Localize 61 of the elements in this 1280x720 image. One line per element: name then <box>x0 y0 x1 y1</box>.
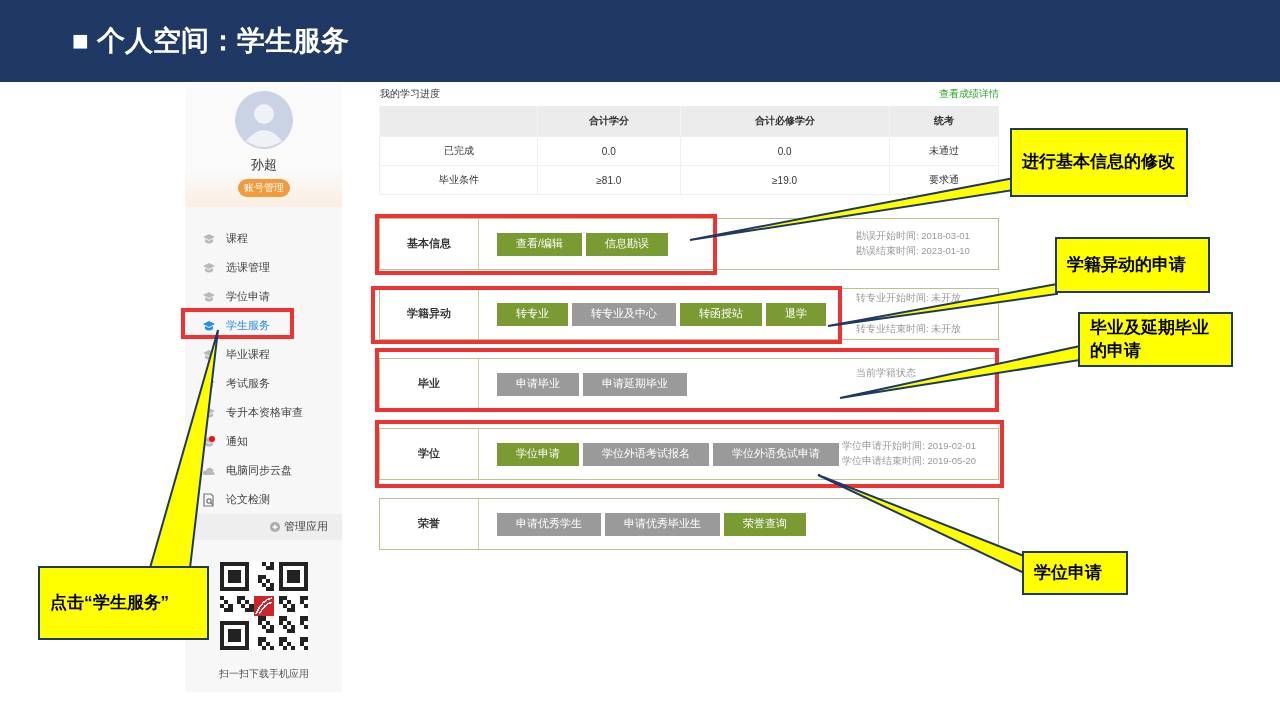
avatar <box>234 91 293 149</box>
service-button[interactable]: 学位申请 <box>497 442 579 466</box>
service-button[interactable]: 查看/编辑 <box>497 232 582 256</box>
column-header: 合计学分 <box>537 106 681 137</box>
sidebar-item[interactable]: 课程 <box>185 224 342 253</box>
section-label: 毕业 <box>418 377 440 391</box>
service-button[interactable]: 学位外语考试报名 <box>583 442 709 466</box>
service-button[interactable]: 转专业及中心 <box>572 302 676 326</box>
service-button[interactable]: 退学 <box>766 302 826 326</box>
section-label: 学籍异动 <box>407 307 451 321</box>
user-name: 孙超 <box>250 156 277 174</box>
callout-box: 进行基本信息的修改 <box>1010 128 1188 197</box>
section-label: 学位 <box>418 447 440 461</box>
table-cell: 未通过 <box>889 136 999 166</box>
row-label: 毕业条件 <box>379 165 538 195</box>
cap-icon <box>202 232 216 245</box>
service-button[interactable]: 信息勘误 <box>585 232 668 256</box>
qr-caption: 扫一扫下载手机应用 <box>218 668 309 681</box>
document-search-icon <box>202 492 216 507</box>
row-label: 已完成 <box>379 136 538 166</box>
cap-icon <box>202 319 216 332</box>
sidebar-item[interactable]: 学生服务 <box>185 311 342 340</box>
period-text: 当前学籍状态 <box>856 367 917 380</box>
table-cell: ≥81.0 <box>537 165 681 195</box>
manage-apps-button[interactable]: 管理应用 <box>264 519 342 535</box>
service-button[interactable]: 转专业 <box>497 302 568 326</box>
service-button[interactable]: 申请延期毕业 <box>583 372 687 396</box>
sidebar-item[interactable]: 毕业课程 <box>185 340 342 369</box>
table-cell: 0.0 <box>537 136 681 166</box>
sidebar-item[interactable]: 学位申请 <box>185 282 342 311</box>
service-button[interactable]: 荣誉查询 <box>724 512 806 536</box>
service-button[interactable]: 申请毕业 <box>497 372 579 396</box>
table-cell: 0.0 <box>680 136 890 166</box>
section-label: 基本信息 <box>407 237 451 251</box>
plus-icon <box>270 522 280 532</box>
column-header: 合计必修学分 <box>680 106 890 137</box>
service-button[interactable]: 转函授站 <box>680 302 762 326</box>
sidebar-item[interactable]: 选课管理 <box>185 253 342 282</box>
cap-icon <box>202 290 216 303</box>
section-label: 荣誉 <box>418 517 440 531</box>
period-text: 转专业开始时间: 未开放 <box>856 292 963 305</box>
callout-box: 点击“学生服务” <box>38 566 209 640</box>
column-header: 统考 <box>889 106 999 137</box>
cap-icon <box>202 261 216 274</box>
progress-title: 我的学习进度 <box>380 87 440 101</box>
callout-box: 学位申请 <box>1022 551 1128 595</box>
callout-box: 学籍异动的申请 <box>1055 237 1210 293</box>
callout-box: 毕业及延期毕业的申请 <box>1078 312 1233 367</box>
sidebar-item[interactable]: 专升本资格审查 <box>185 398 342 427</box>
service-button[interactable]: 申请优秀学生 <box>497 512 601 536</box>
period-text: 学位申请开始时间: 2019-02-01 <box>842 440 976 453</box>
table-cell: ≥19.0 <box>680 165 890 195</box>
period-text: 勘误结束时间: 2023-01-10 <box>856 245 971 258</box>
period-text: 学位申请结束时间: 2019-05-20 <box>842 455 976 468</box>
period-text: 勘误开始时间: 2018-03-01 <box>856 230 971 243</box>
period-text: 转专业结束时间: 未开放 <box>856 323 963 336</box>
slide-title: ■ 个人空间：学生服务 <box>72 24 349 58</box>
service-button[interactable]: 申请优秀毕业生 <box>605 512 720 536</box>
service-button[interactable]: 学位外语免试申请 <box>713 442 839 466</box>
grades-link[interactable]: 查看成绩详情 <box>939 87 999 101</box>
account-button[interactable]: 账号管理 <box>237 179 290 197</box>
